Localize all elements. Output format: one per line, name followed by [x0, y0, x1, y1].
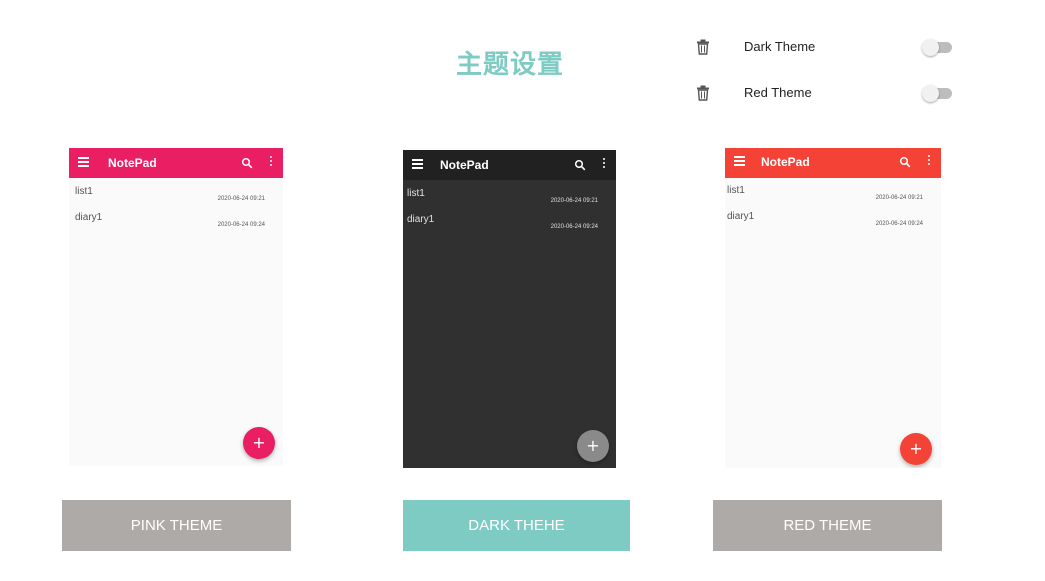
note-title: list1 — [75, 186, 93, 197]
note-date: 2020-06-24 09:21 — [875, 195, 923, 201]
menu-icon — [734, 156, 745, 166]
note-title: diary1 — [407, 214, 435, 225]
pink-theme-button[interactable]: PINK THEME — [62, 500, 291, 551]
note-date: 2020-06-24 09:24 — [217, 222, 265, 228]
add-note-fab: + — [577, 430, 609, 462]
add-note-fab: + — [900, 433, 932, 465]
phone-preview-pink: NotePad list1 2020-06-24 09:21 diary1 20… — [69, 148, 283, 466]
page-title: 主题设置 — [455, 50, 564, 80]
trash-icon[interactable] — [696, 85, 710, 101]
menu-icon — [78, 157, 89, 167]
setting-label: Red Theme — [744, 85, 812, 100]
note-title: diary1 — [75, 212, 103, 223]
app-bar: NotePad — [725, 148, 941, 178]
search-icon — [574, 158, 586, 171]
more-vert-icon — [928, 155, 932, 167]
more-vert-icon — [270, 156, 274, 168]
app-bar: NotePad — [69, 148, 283, 178]
more-vert-icon — [603, 158, 607, 170]
red-theme-button[interactable]: RED THEME — [713, 500, 942, 551]
app-title: NotePad — [440, 158, 489, 172]
note-date: 2020-06-24 09:24 — [875, 221, 923, 227]
dark-theme-toggle[interactable] — [922, 39, 954, 56]
note-date: 2020-06-24 09:21 — [550, 198, 598, 204]
list-item: list1 2020-06-24 09:21 — [727, 185, 923, 211]
note-title: diary1 — [727, 211, 755, 222]
dark-theme-button[interactable]: DARK THEHE — [403, 500, 630, 551]
setting-label: Dark Theme — [744, 39, 816, 54]
app-bar: NotePad — [403, 150, 616, 180]
search-icon — [899, 155, 911, 168]
list-item: diary1 2020-06-24 09:24 — [75, 212, 265, 238]
note-date: 2020-06-24 09:21 — [217, 196, 265, 202]
search-icon — [241, 156, 253, 169]
list-item: diary1 2020-06-24 09:24 — [727, 211, 923, 237]
list-item: list1 2020-06-24 09:21 — [407, 188, 598, 214]
phone-preview-dark: NotePad list1 2020-06-24 09:21 diary1 20… — [403, 150, 616, 468]
note-date: 2020-06-24 09:24 — [550, 224, 598, 230]
note-title: list1 — [407, 188, 425, 199]
red-theme-toggle[interactable] — [922, 85, 954, 102]
menu-icon — [412, 159, 423, 169]
list-item: list1 2020-06-24 09:21 — [75, 186, 265, 212]
note-title: list1 — [727, 185, 745, 196]
app-title: NotePad — [761, 155, 810, 169]
setting-row-red-theme: Red Theme — [694, 80, 960, 106]
trash-icon[interactable] — [696, 39, 710, 55]
phone-preview-red: NotePad list1 2020-06-24 09:21 diary1 20… — [725, 148, 941, 468]
setting-row-dark-theme: Dark Theme — [694, 34, 960, 60]
app-title: NotePad — [108, 156, 157, 170]
add-note-fab: + — [243, 427, 275, 459]
list-item: diary1 2020-06-24 09:24 — [407, 214, 598, 240]
